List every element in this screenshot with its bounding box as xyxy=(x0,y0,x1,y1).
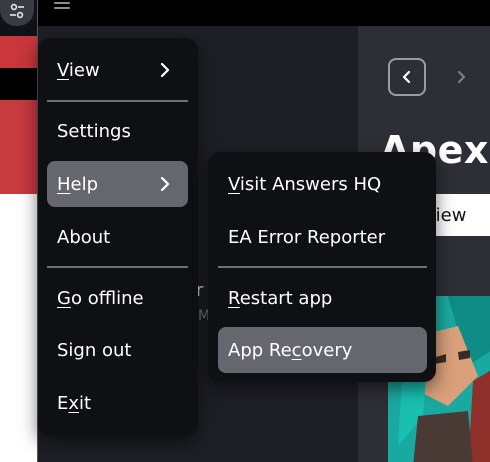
sidebar-black-bar xyxy=(0,68,38,100)
sidebar-red-block xyxy=(0,36,38,68)
chevron-right-icon xyxy=(457,70,466,84)
menu-item-label: View xyxy=(57,59,100,81)
menu-item-exit[interactable]: Exit xyxy=(47,380,188,426)
submenu-divider xyxy=(218,266,427,268)
forward-button[interactable] xyxy=(442,58,480,96)
top-bar xyxy=(38,0,490,26)
submenu-item-ea-error-reporter[interactable]: EA Error Reporter xyxy=(218,214,427,260)
menu-divider xyxy=(47,100,188,102)
menu-item-settings[interactable]: Settings xyxy=(47,108,188,154)
menu-item-go-offline[interactable]: Go offline xyxy=(47,275,188,321)
menu-item-label: Sign out xyxy=(57,339,132,361)
sliders-icon xyxy=(10,3,24,19)
menu-item-label: Help xyxy=(57,173,99,195)
submenu-item-restart-app[interactable]: Restart app xyxy=(218,275,427,321)
menu-divider xyxy=(47,266,188,268)
app-menu: View Settings Help About Go offline Sign… xyxy=(38,38,198,436)
chevron-right-icon xyxy=(158,63,172,77)
submenu-item-label: EA Error Reporter xyxy=(228,226,386,248)
menu-item-about[interactable]: About xyxy=(47,214,188,260)
app-window: Apex view r M View Settings Help About G… xyxy=(0,0,490,462)
menu-item-label: Settings xyxy=(57,120,131,142)
back-button[interactable] xyxy=(388,58,426,96)
menu-item-label: Exit xyxy=(57,392,92,414)
sidebar-red-image xyxy=(0,100,38,194)
chevron-right-icon xyxy=(158,177,172,191)
left-sidebar xyxy=(0,0,38,462)
menu-item-label: Go offline xyxy=(57,287,144,309)
sidebar-white-area xyxy=(0,194,38,462)
submenu-item-label: Visit Answers HQ xyxy=(228,173,382,195)
submenu-item-visit-answers-hq[interactable]: Visit Answers HQ xyxy=(218,161,427,207)
help-submenu: Visit Answers HQ EA Error Reporter Resta… xyxy=(208,152,436,382)
submenu-item-app-recovery[interactable]: App Recovery xyxy=(218,327,427,373)
menu-item-sign-out[interactable]: Sign out xyxy=(47,327,188,373)
submenu-item-label: App Recovery xyxy=(228,339,353,361)
chevron-left-icon xyxy=(402,70,411,84)
submenu-item-label: Restart app xyxy=(228,287,333,309)
menu-item-view[interactable]: View xyxy=(47,47,188,93)
hamburger-menu-icon[interactable] xyxy=(54,2,70,12)
menu-item-label: About xyxy=(57,226,111,248)
menu-item-help[interactable]: Help xyxy=(47,161,188,207)
